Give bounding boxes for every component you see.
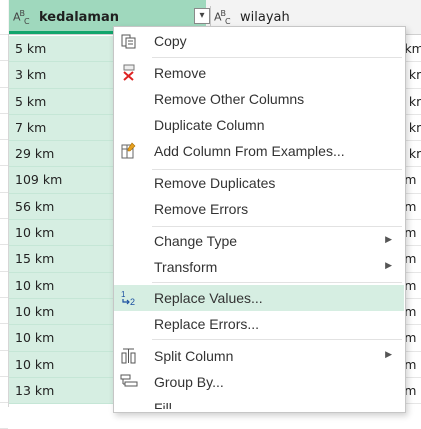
copy-icon (120, 32, 138, 50)
menu-item-label: Group By... (154, 374, 224, 390)
row-index-cell[interactable] (0, 35, 8, 62)
row-index-cell[interactable] (0, 61, 8, 88)
menu-item-group-by[interactable]: Group By... (114, 369, 404, 395)
submenu-arrow-icon: ▶ (385, 234, 392, 244)
menu-item-transform[interactable]: Transform ▶ (114, 254, 404, 280)
menu-item-add-column-from-examples[interactable]: Add Column From Examples... (114, 138, 404, 164)
menu-item-label: Transform (154, 259, 218, 275)
row-index-cell[interactable] (0, 377, 8, 404)
row-index-cell[interactable] (0, 140, 8, 167)
menu-item-duplicate-column[interactable]: Duplicate Column (114, 112, 404, 138)
submenu-arrow-icon: ▶ (385, 349, 392, 359)
menu-separator (152, 226, 402, 227)
add-column-examples-icon (120, 142, 138, 160)
row-index-cell[interactable] (0, 351, 8, 377)
row-index-cell[interactable] (0, 88, 8, 114)
row-index-cell[interactable] (0, 272, 8, 298)
remove-column-icon (120, 64, 138, 82)
svg-text:1: 1 (121, 290, 126, 299)
replace-values-icon: 12 (120, 289, 138, 307)
column-divider (210, 6, 211, 28)
row-index-cell[interactable] (0, 245, 8, 272)
group-by-icon (120, 373, 138, 391)
menu-item-label: Replace Values... (154, 290, 263, 306)
text-type-icon[interactable]: ABC (214, 9, 231, 26)
row-index-cell[interactable] (0, 193, 8, 220)
row-index-cell[interactable] (0, 166, 8, 193)
menu-item-label: Fill (154, 400, 172, 409)
menu-item-remove-errors[interactable]: Remove Errors (114, 196, 404, 222)
svg-text:2: 2 (130, 297, 135, 307)
menu-separator (152, 282, 402, 283)
menu-item-replace-values[interactable]: 12 Replace Values... (114, 285, 404, 311)
split-column-icon (120, 347, 138, 365)
menu-item-remove-other-columns[interactable]: Remove Other Columns (114, 86, 404, 112)
menu-item-replace-errors[interactable]: Replace Errors... (114, 311, 404, 337)
menu-item-label: Split Column (154, 348, 234, 364)
menu-item-label: Remove Duplicates (154, 175, 276, 191)
menu-item-label: Remove Errors (154, 201, 249, 217)
row-index-cell[interactable] (0, 0, 8, 35)
menu-item-label: Duplicate Column (154, 117, 265, 133)
menu-separator (152, 57, 402, 58)
column-context-menu: Copy Remove Remove Other Columns Duplica… (113, 26, 406, 413)
row-index-cell[interactable] (0, 403, 8, 429)
menu-item-label: Copy (154, 33, 187, 49)
menu-item-label: Replace Errors... (154, 316, 260, 332)
text-type-icon[interactable]: ABC (13, 9, 30, 26)
row-index-cell[interactable] (0, 324, 8, 351)
submenu-arrow-icon: ▶ (385, 260, 392, 270)
menu-separator (152, 339, 402, 340)
menu-item-copy[interactable]: Copy (114, 28, 404, 54)
column-filter-dropdown[interactable]: ▾ (194, 8, 210, 24)
menu-item-label: Add Column From Examples... (154, 143, 345, 159)
column-name: wilayah (240, 10, 290, 25)
row-index-strip (0, 0, 9, 429)
row-index-cell[interactable] (0, 114, 8, 141)
column-name: kedalaman (39, 10, 119, 25)
menu-item-remove[interactable]: Remove (114, 60, 404, 86)
menu-item-label: Remove (154, 65, 207, 81)
menu-item-label: Change Type (154, 233, 238, 249)
row-index-cell[interactable] (0, 219, 8, 246)
menu-item-remove-duplicates[interactable]: Remove Duplicates (114, 170, 404, 196)
menu-item-change-type[interactable]: Change Type ▶ (114, 228, 404, 254)
menu-item-split-column[interactable]: Split Column ▶ (114, 343, 404, 369)
row-index-cell[interactable] (0, 298, 8, 325)
menu-item-label: Remove Other Columns (154, 91, 305, 107)
